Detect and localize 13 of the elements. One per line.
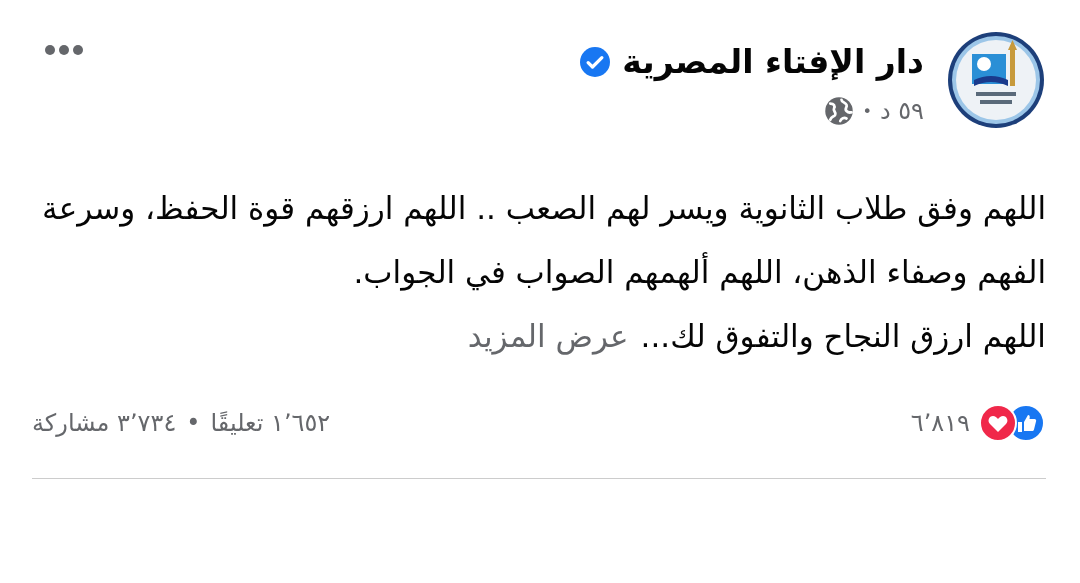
post-time[interactable]: ٥٩ د: [879, 97, 924, 125]
post-text: اللهم وفق طلاب الثانوية ويسر لهم الصعب .. اللهم ارزقهم قوة الحفظ، وسرعة الفهم وصفاء الذهن، اللهم ألهمهم الصواب في الجواب.: [41, 189, 1046, 293]
post-text: اللهم ارزق النجاح والتفوق لك...: [640, 318, 1046, 354]
separator-dot: •: [862, 101, 872, 121]
page-name[interactable]: دار الإفتاء المصرية: [622, 40, 924, 84]
reaction-icons-drawing[interactable]: [978, 404, 1046, 442]
share-count[interactable]: ٣٬٧٣٤ مشاركة: [32, 409, 177, 437]
reaction-count[interactable]: ٦٬٨١٩: [910, 409, 970, 437]
comment-count[interactable]: ١٬٦٥٢ تعليقًا: [210, 409, 331, 437]
globe-icon: [824, 96, 855, 126]
separator-dot: •: [186, 409, 201, 437]
avatar[interactable]: [946, 30, 1046, 130]
see-more-link[interactable]: عرض المزيد: [467, 318, 629, 354]
